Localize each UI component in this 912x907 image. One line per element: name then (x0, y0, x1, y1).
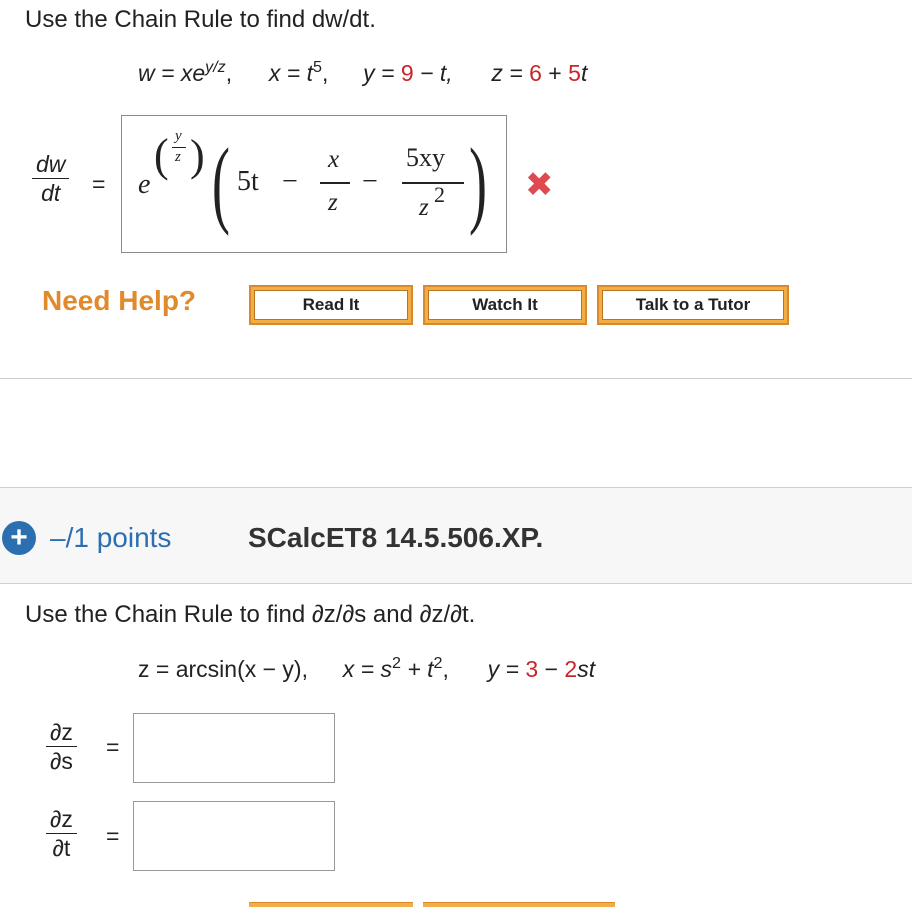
big-right-paren: ) (469, 129, 487, 237)
problem2-prompt: Use the Chain Rule to find ∂z/∂s and ∂z/… (25, 601, 476, 628)
exp-left-paren: ( (154, 129, 169, 182)
minus-1: − (282, 166, 298, 197)
equals-sign-2: = (106, 734, 120, 760)
given2-z: z = arcsin(x − y), (138, 656, 308, 682)
partial-button-1[interactable] (249, 902, 413, 907)
minus-2: − (362, 166, 378, 197)
problem-code: SCalcET8 14.5.506.XP. (248, 522, 544, 553)
problem2-given: z = arcsin(x − y), x = s2 + t2, y = 3 − … (138, 654, 596, 683)
given2-y-var: st (577, 656, 596, 682)
watch-it-button[interactable]: Watch It (423, 285, 587, 325)
given-x-exp: 5 (312, 58, 322, 77)
given2-y-pre: y = (487, 656, 526, 682)
talk-to-tutor-button[interactable]: Talk to a Tutor (597, 285, 789, 325)
frac1-bar (320, 182, 350, 184)
equals-sign-1: = (92, 171, 106, 197)
exp-fraction-bar (172, 147, 186, 148)
exp-right-paren: ) (190, 131, 205, 180)
expand-plus-icon[interactable]: + (2, 521, 36, 555)
given2-x-exp1: 2 (391, 654, 401, 673)
term-5t: 5t (237, 166, 259, 197)
equals-sign-3: = (106, 823, 120, 849)
problem1-given: w = xey/z, x = t5, y = 9 − t, z = 6 + 5t (138, 58, 588, 87)
read-it-label: Read It (254, 290, 408, 320)
dzds-num: ∂z (46, 720, 77, 748)
given2-x: x = s (342, 656, 392, 682)
given-z-coef: 5 (568, 60, 581, 86)
need-help-label: Need Help? (42, 285, 197, 316)
dzds-den: ∂s (50, 748, 73, 775)
given-z-pre: z = (491, 60, 530, 86)
problem2-header: + –/1 points SCalcET8 14.5.506.XP. (0, 488, 912, 583)
frac2-den-exp: 2 (434, 182, 445, 207)
dzdt-den: ∂t (52, 835, 71, 862)
watch-it-label: Watch It (428, 290, 582, 320)
given-z-plus: + (541, 60, 569, 86)
dzdt-num: ∂z (46, 807, 77, 835)
given-y-pre: y = (363, 60, 401, 86)
given-y-num: 9 (400, 60, 414, 86)
exp-den: z (175, 149, 181, 165)
given-x: x = t (268, 60, 313, 86)
points-label: –/1 points (50, 522, 172, 553)
section-divider-3 (0, 583, 912, 584)
section-divider-1 (0, 378, 912, 379)
talk-to-tutor-label: Talk to a Tutor (602, 290, 784, 320)
dwdt-den: dt (41, 180, 61, 207)
frac2-den: z (419, 194, 429, 221)
dzds-fraction: ∂z ∂s (46, 720, 77, 773)
given2-x-exp2: 2 (433, 654, 443, 673)
given-w: w = xe (138, 60, 206, 86)
given-z-var: t (580, 60, 588, 86)
big-left-paren: ( (212, 129, 230, 237)
given2-y-minus: − (538, 656, 565, 682)
given-z-num: 6 (529, 60, 542, 86)
read-it-button[interactable]: Read It (249, 285, 413, 325)
frac2-bar (402, 182, 464, 184)
given2-y-coef: 2 (564, 656, 578, 682)
given2-y-num: 3 (525, 656, 539, 682)
dwdt-answer-field[interactable]: e ( y z ) ( 5t − x z − 5xy z 2 ) (121, 115, 507, 253)
dzds-answer-input[interactable] (133, 713, 335, 783)
exp-num: y (175, 128, 182, 144)
given2-x-mid: + t (400, 656, 434, 682)
answer-e: e (138, 169, 151, 200)
problem1-prompt: Use the Chain Rule to find dw/dt. (25, 6, 376, 33)
answer-expression: e ( y z ) ( 5t − x z − 5xy z 2 ) (134, 116, 504, 252)
dzdt-fraction: ∂z ∂t (46, 807, 77, 860)
partial-button-2[interactable] (423, 902, 615, 907)
incorrect-icon: ✖ (525, 166, 554, 204)
dwdt-fraction: dw dt (32, 152, 70, 207)
given-w-exp: y/z (205, 58, 226, 77)
given-x-sep: , (321, 60, 329, 86)
dwdt-num: dw (32, 152, 70, 180)
frac2-num: 5xy (406, 143, 445, 172)
given-y-rest: − t, (413, 60, 453, 86)
given2-x-sep: , (442, 656, 449, 682)
dzdt-answer-input[interactable] (133, 801, 335, 871)
given-w-sep: , (225, 60, 233, 86)
frac1-num: x (328, 146, 340, 173)
frac1-den: z (328, 189, 338, 216)
